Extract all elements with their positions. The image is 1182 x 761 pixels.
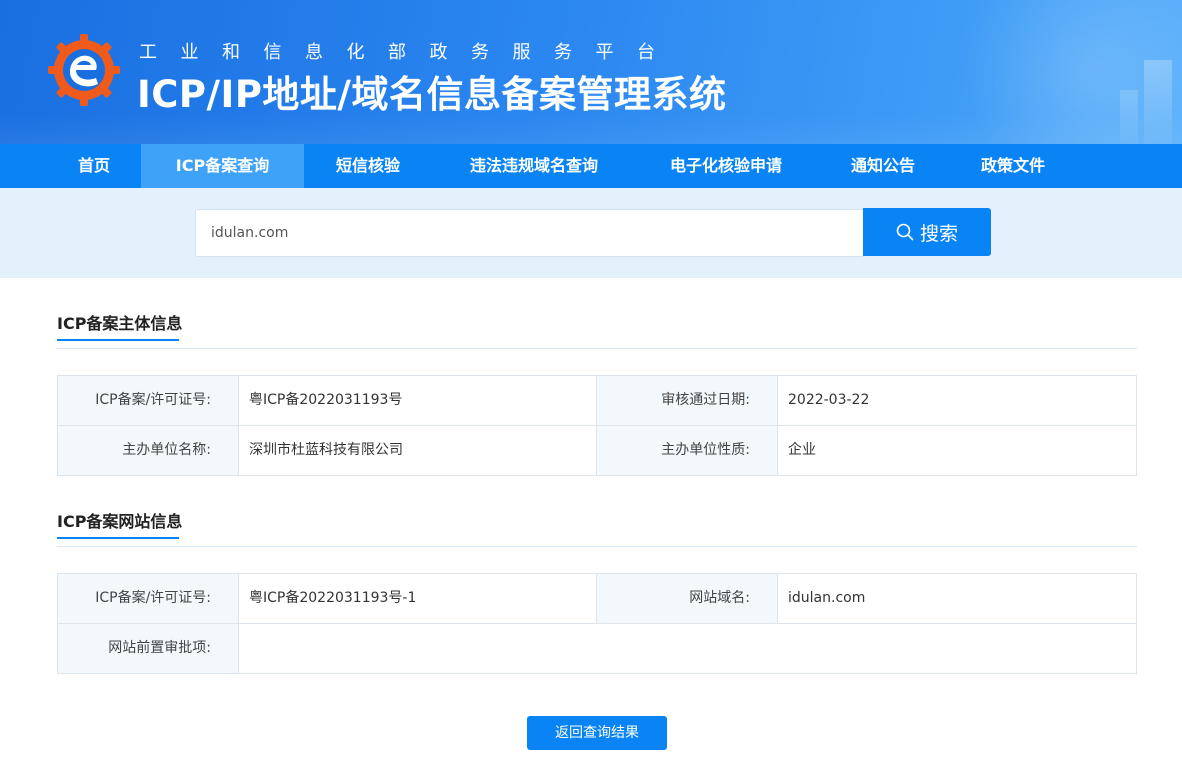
section-title-subject: ICP备案主体信息 bbox=[57, 314, 183, 333]
search-button[interactable]: 搜索 bbox=[863, 208, 991, 256]
section-title-underline bbox=[57, 339, 179, 341]
nav-item-home[interactable]: 首页 bbox=[48, 144, 140, 188]
table-row: 网站前置审批项: bbox=[58, 624, 1136, 674]
table-row: ICP备案/许可证号: 粤ICP备2022031193号-1 网站域名: idu… bbox=[58, 574, 1136, 624]
nav-item-illegal-domain[interactable]: 违法违规域名查询 bbox=[432, 144, 636, 188]
icp-license-number: 粤ICP备2022031193号 bbox=[249, 392, 403, 408]
header-decoration bbox=[0, 114, 1182, 144]
search-button-label: 搜索 bbox=[919, 222, 958, 245]
website-domain: idulan.com bbox=[788, 590, 866, 606]
main-nav: 首页 ICP备案查询 短信核验 违法违规域名查询 电子化核验申请 通知公告 政策… bbox=[0, 144, 1182, 188]
field-label: 审核通过日期: bbox=[596, 376, 778, 425]
table-row: 主办单位名称: 深圳市杜蓝科技有限公司 主办单位性质: 企业 bbox=[58, 426, 1136, 476]
nav-item-sms-verify[interactable]: 短信核验 bbox=[304, 144, 432, 188]
section-divider bbox=[57, 546, 1137, 547]
nav-item-policies[interactable]: 政策文件 bbox=[950, 144, 1076, 188]
organizer-type: 企业 bbox=[788, 442, 816, 458]
section-title-website: ICP备案网站信息 bbox=[57, 512, 183, 531]
field-label: 主办单位名称: bbox=[58, 426, 239, 475]
pre-approval-items bbox=[239, 624, 1136, 673]
table-row: ICP备案/许可证号: 粤ICP备2022031193号 审核通过日期: 202… bbox=[58, 376, 1136, 426]
subject-info-table: ICP备案/许可证号: 粤ICP备2022031193号 审核通过日期: 202… bbox=[57, 375, 1137, 476]
search-input[interactable] bbox=[195, 209, 863, 257]
organizer-name: 深圳市杜蓝科技有限公司 bbox=[249, 442, 403, 458]
approval-date: 2022-03-22 bbox=[788, 392, 870, 408]
nav-item-notices[interactable]: 通知公告 bbox=[816, 144, 950, 188]
field-label: 网站域名: bbox=[596, 574, 778, 623]
section-divider bbox=[57, 348, 1137, 349]
header-banner: 工业和信息化部政务服务平台 ICP/IP地址/域名信息备案管理系统 bbox=[0, 0, 1182, 144]
miit-logo-icon bbox=[48, 34, 120, 106]
nav-item-icp-query[interactable]: ICP备案查询 bbox=[141, 144, 304, 188]
field-label: 主办单位性质: bbox=[596, 426, 778, 475]
website-info-table: ICP备案/许可证号: 粤ICP备2022031193号-1 网站域名: idu… bbox=[57, 573, 1137, 674]
search-icon bbox=[896, 223, 914, 241]
back-to-results-button[interactable]: 返回查询结果 bbox=[527, 716, 667, 750]
search-band: 搜索 bbox=[0, 188, 1182, 278]
section-title-underline bbox=[57, 537, 179, 539]
nav-item-e-verify[interactable]: 电子化核验申请 bbox=[636, 144, 816, 188]
field-label: ICP备案/许可证号: bbox=[58, 376, 239, 425]
field-label: ICP备案/许可证号: bbox=[58, 574, 239, 623]
system-title: ICP/IP地址/域名信息备案管理系统 bbox=[137, 73, 727, 116]
platform-subtitle: 工业和信息化部政务服务平台 bbox=[139, 42, 679, 63]
field-label: 网站前置审批项: bbox=[58, 624, 239, 673]
website-license-number: 粤ICP备2022031193号-1 bbox=[249, 590, 417, 606]
